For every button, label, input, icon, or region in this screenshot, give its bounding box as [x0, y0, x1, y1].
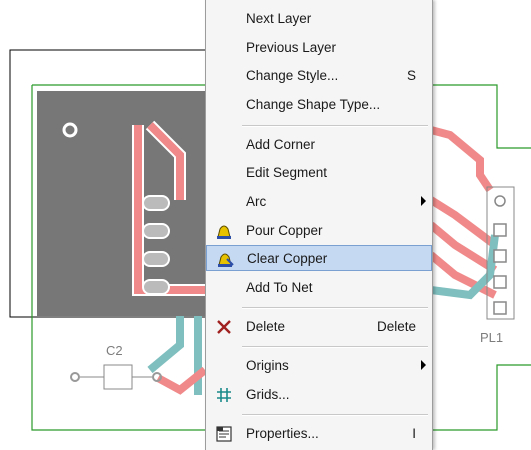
menu-item-origins[interactable]: Origins — [206, 353, 432, 379]
menu-item-delete[interactable]: Delete Delete — [206, 314, 432, 340]
green-outline-right-bottom — [431, 364, 531, 431]
pl1-label: PL1 — [480, 330, 504, 345]
menu-label: Origins — [246, 358, 289, 373]
menu-item-edit-segment[interactable]: Edit Segment — [206, 160, 432, 186]
pink-trace-right-1 — [428, 196, 498, 249]
menu-label: Clear Copper — [247, 251, 328, 266]
menu-label: Add Corner — [246, 137, 316, 152]
menu-label: Change Shape Type... — [246, 97, 381, 112]
menu-item-pour-copper[interactable]: Pour Copper — [206, 218, 432, 244]
green-outline-right-top — [431, 84, 531, 149]
menu-item-grids[interactable]: Grids... — [206, 382, 432, 408]
menu-item-previous-layer[interactable]: Previous Layer — [206, 35, 432, 61]
bell-clear-icon — [218, 253, 234, 267]
capacitor-c2[interactable] — [70, 364, 162, 390]
menu-item-add-to-net[interactable]: Add To Net — [206, 275, 432, 301]
menu-label: Previous Layer — [246, 40, 337, 55]
copper-pour — [37, 91, 205, 316]
context-menu: Next Layer Previous Layer Change Style..… — [205, 0, 433, 450]
menu-separator — [242, 307, 428, 309]
bell-copper-icon — [217, 225, 231, 239]
grid-icon — [217, 388, 231, 402]
menu-label: Grids... — [246, 387, 290, 402]
menu-item-arc[interactable]: Arc — [206, 189, 432, 215]
menu-label: Properties... — [246, 426, 319, 441]
menu-item-change-style[interactable]: Change Style... S — [206, 63, 432, 89]
menu-label: Next Layer — [246, 11, 312, 26]
menu-item-add-corner[interactable]: Add Corner — [206, 132, 432, 158]
submenu-arrow-icon — [421, 360, 426, 370]
properties-icon — [216, 426, 232, 442]
menu-label: Add To Net — [246, 280, 313, 295]
menu-label: Edit Segment — [246, 165, 328, 180]
menu-item-properties[interactable]: Properties... I — [206, 421, 432, 447]
menu-label: Arc — [246, 194, 267, 209]
delete-x-icon — [217, 320, 231, 334]
menu-separator — [242, 346, 428, 348]
teal-trace — [147, 316, 184, 374]
submenu-arrow-icon — [421, 196, 426, 206]
menu-shortcut: I — [412, 426, 416, 441]
menu-label: Delete — [246, 319, 286, 334]
menu-shortcut: Delete — [376, 319, 416, 334]
menu-label: Pour Copper — [246, 223, 323, 238]
menu-shortcut: S — [406, 68, 416, 83]
menu-item-next-layer[interactable]: Next Layer — [206, 6, 432, 32]
c2-label: C2 — [106, 343, 123, 358]
pink-trace-right-top — [429, 126, 494, 193]
menu-separator — [242, 125, 428, 127]
menu-item-clear-copper[interactable]: Clear Copper — [206, 245, 432, 271]
menu-item-change-shape-type[interactable]: Change Shape Type... — [206, 92, 432, 118]
menu-separator — [242, 414, 428, 416]
menu-label: Change Style... — [246, 68, 339, 83]
